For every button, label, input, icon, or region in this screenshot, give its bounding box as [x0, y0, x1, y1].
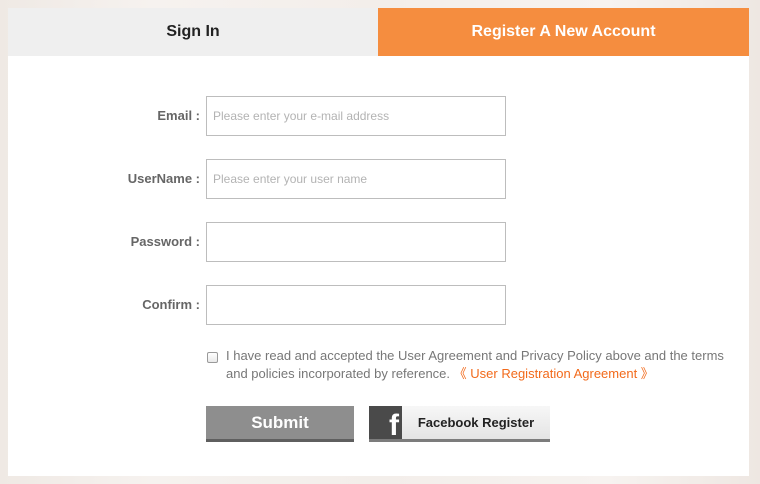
facebook-register-label: Facebook Register	[417, 415, 535, 430]
tab-register[interactable]: Register A New Account	[378, 8, 749, 56]
confirm-row: Confirm :	[8, 285, 749, 325]
submit-button[interactable]: Submit	[206, 406, 354, 442]
facebook-register-button[interactable]: f Facebook Register	[369, 406, 550, 442]
username-label: UserName :	[127, 171, 200, 186]
facebook-icon: f	[369, 406, 402, 439]
username-row: UserName :	[8, 159, 749, 199]
registration-panel: Sign In Register A New Account Email : U…	[8, 8, 749, 476]
confirm-password-field[interactable]	[206, 285, 506, 325]
password-row: Password :	[8, 222, 749, 262]
email-field[interactable]	[206, 96, 506, 136]
password-field[interactable]	[206, 222, 506, 262]
confirm-label: Confirm :	[142, 297, 200, 312]
email-row: Email :	[8, 96, 749, 136]
user-registration-agreement-link[interactable]: 《 User Registration Agreement 》	[454, 366, 654, 381]
username-field[interactable]	[206, 159, 506, 199]
email-label: Email :	[157, 108, 200, 123]
tab-sign-in[interactable]: Sign In	[8, 8, 378, 56]
password-label: Password :	[130, 234, 200, 249]
tab-bar: Sign In Register A New Account	[8, 8, 749, 56]
agreement-text-block: I have read and accepted the User Agreem…	[226, 347, 741, 383]
agreement-checkbox[interactable]	[207, 352, 218, 363]
